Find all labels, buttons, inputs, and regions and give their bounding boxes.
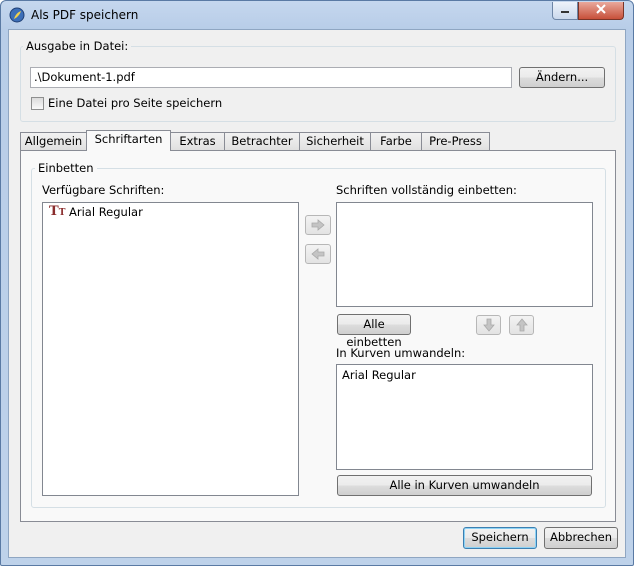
save-button[interactable]: Speichern: [463, 527, 537, 549]
app-feather-icon: [9, 7, 25, 23]
embed-group-label: Einbetten: [35, 161, 97, 175]
window-title: Als PDF speichern: [31, 8, 139, 22]
arrow-left-icon: [311, 248, 325, 260]
tab-sicherheit[interactable]: Sicherheit: [299, 132, 371, 150]
output-file-input[interactable]: .\Dokument-1.pdf: [30, 67, 512, 88]
tab-betrachter[interactable]: Betrachter: [224, 132, 300, 150]
outline-fonts-list[interactable]: Arial Regular: [336, 364, 593, 470]
change-file-button[interactable]: Ändern...: [519, 67, 605, 88]
tab-extras[interactable]: Extras: [170, 132, 225, 150]
move-left-button[interactable]: [305, 244, 331, 264]
full-embed-label: Schriften vollständig einbetten:: [336, 183, 517, 197]
dialog-body: Ausgabe in Datei: .\Dokument-1.pdf Änder…: [8, 29, 626, 558]
output-group-label: Ausgabe in Datei:: [23, 39, 132, 53]
minimize-button[interactable]: [552, 2, 578, 20]
embed-all-button[interactable]: Alle einbetten: [337, 314, 411, 349]
move-right-button[interactable]: [305, 215, 331, 235]
move-up-button[interactable]: [509, 315, 534, 335]
list-item-label: Arial Regular: [69, 205, 143, 219]
title-bar[interactable]: Als PDF speichern: [1, 1, 633, 29]
arrow-down-icon: [482, 318, 495, 332]
arrow-up-icon: [515, 318, 528, 332]
available-fonts-label: Verfügbare Schriften:: [42, 183, 165, 197]
move-down-button[interactable]: [476, 315, 501, 335]
outline-all-button[interactable]: Alle in Kurven umwandeln: [337, 475, 592, 496]
tab-farbe[interactable]: Farbe: [370, 132, 422, 150]
arrow-right-icon: [311, 219, 325, 231]
tab-allgemein[interactable]: Allgemein: [20, 132, 87, 150]
cancel-button[interactable]: Abbrechen: [544, 527, 618, 549]
tab-schriftarten[interactable]: Schriftarten: [86, 130, 171, 151]
full-embed-list[interactable]: [336, 202, 593, 307]
one-file-per-page-label: Eine Datei pro Seite speichern: [48, 96, 223, 110]
available-fonts-list[interactable]: TT Arial Regular: [42, 202, 299, 496]
fonts-tab-panel: Einbetten Verfügbare Schriften: TT Arial…: [20, 150, 616, 522]
close-icon: [596, 3, 606, 18]
truetype-font-icon: TT: [49, 204, 66, 219]
minimize-icon: [560, 4, 570, 17]
list-item[interactable]: Arial Regular: [342, 368, 416, 382]
tab-pre-press[interactable]: Pre-Press: [421, 132, 490, 150]
outline-label: In Kurven umwandeln:: [336, 346, 466, 360]
close-button[interactable]: [578, 2, 624, 20]
save-as-pdf-dialog: Als PDF speichern Ausgabe in Datei: .\Do…: [0, 0, 634, 566]
one-file-per-page-checkbox[interactable]: [31, 97, 44, 110]
list-item[interactable]: TT Arial Regular: [43, 203, 298, 221]
